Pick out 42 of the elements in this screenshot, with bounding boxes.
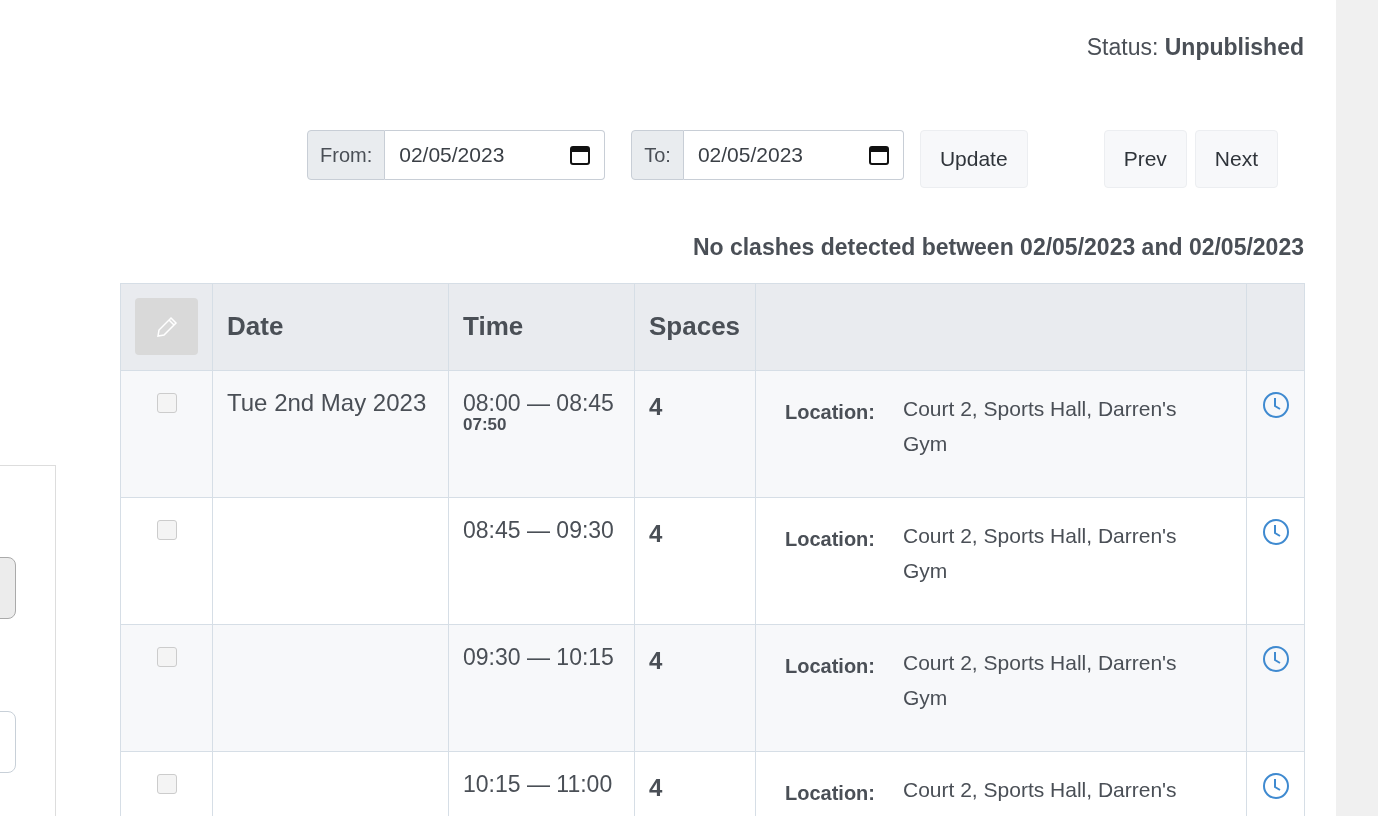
location-text: Court 2, Sports Hall, Darren's Gym — [903, 395, 1178, 457]
spaces-count: 4 — [649, 518, 664, 549]
update-button[interactable]: Update — [919, 130, 1028, 188]
column-header: Spaces — [649, 311, 741, 341]
to-date-field[interactable]: 02/05/2023 — [683, 130, 904, 180]
clock-icon[interactable] — [1261, 391, 1290, 420]
time-range: 09:30 — 10:15 — [463, 642, 615, 671]
row-checkbox[interactable] — [156, 519, 177, 540]
time-range: 10:15 — 11:00 — [463, 769, 614, 798]
from-date-field[interactable]: 02/05/2023 — [385, 130, 606, 180]
spaces-count: 4 — [649, 772, 664, 803]
spaces-count: 4 — [649, 645, 664, 676]
from-label: From: — [307, 130, 386, 180]
column-header: Date — [227, 311, 284, 341]
clash-message: No clashes detected between 02/05/2023 and 02/05/2023 — [691, 233, 1304, 262]
column-header: Time — [463, 311, 524, 341]
calendar-icon[interactable] — [867, 144, 890, 166]
time-range: 08:45 — 09:30 — [463, 515, 615, 544]
date-text: Tue 2nd May 2023 — [227, 388, 428, 417]
status-text: Status: Unpublished — [1086, 34, 1304, 60]
time-range: 08:00 — 08:45 — [463, 388, 615, 417]
spaces-count: 4 — [649, 391, 664, 422]
location-label: Location: — [785, 653, 875, 679]
location-text: Court 2, Sports Hall, Darren's Gym — [903, 649, 1178, 711]
row-checkbox[interactable] — [156, 392, 177, 413]
prev-button[interactable]: Prev — [1103, 130, 1187, 188]
start-time: 07:50 — [463, 416, 508, 433]
edit-button[interactable] — [135, 298, 198, 355]
to-label: To: — [631, 130, 684, 180]
next-button[interactable]: Next — [1194, 130, 1278, 188]
clock-icon[interactable] — [1261, 772, 1290, 801]
row-checkbox[interactable] — [156, 646, 177, 667]
location-label: Location: — [785, 526, 875, 552]
location-text: Court 2, Sports Hall, Darren's — [903, 776, 1177, 803]
location-label: Location: — [785, 780, 875, 806]
clock-icon[interactable] — [1261, 645, 1290, 674]
location-label: Location: — [785, 399, 875, 425]
row-checkbox[interactable] — [156, 773, 177, 794]
clock-icon[interactable] — [1261, 518, 1290, 547]
location-text: Court 2, Sports Hall, Darren's Gym — [903, 522, 1178, 584]
pencil-icon — [154, 314, 179, 339]
calendar-icon[interactable] — [569, 144, 592, 166]
